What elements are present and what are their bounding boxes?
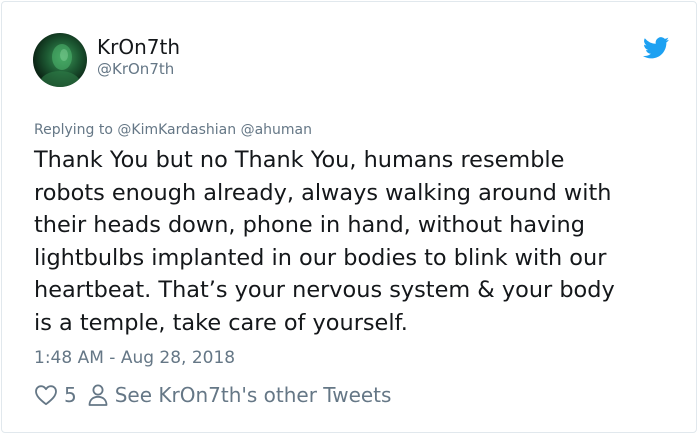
replying-prefix: Replying to (34, 122, 113, 138)
tweet-timestamp[interactable]: 1:48 AM - Aug 28, 2018 (34, 347, 235, 369)
person-icon[interactable] (87, 383, 109, 407)
tweet-text-line: their heads down, phone in hand, without… (34, 212, 585, 239)
tweet-card: KrOn7th @KrOn7th Replying to @KimKardash… (1, 1, 697, 433)
like-count: 5 (64, 383, 77, 407)
author-handle[interactable]: @KrOn7th (97, 60, 174, 78)
replying-to: Replying to @KimKardashian @ahuman (34, 122, 312, 139)
mention-link[interactable]: @KimKardashian (117, 122, 236, 138)
tweet-text-line: lightbulbs implanted in our bodies to bl… (34, 244, 607, 271)
heart-icon[interactable] (34, 384, 58, 406)
author-display-name[interactable]: KrOn7th (97, 35, 180, 59)
other-tweets-link[interactable]: See KrOn7th's other Tweets (115, 383, 392, 407)
avatar[interactable] (33, 33, 87, 87)
tweet-text-line: heartbeat. That’s your nervous system & … (34, 277, 615, 304)
mention-link[interactable]: @ahuman (241, 122, 312, 138)
tweet-text-line: robots enough already, always walking ar… (34, 179, 612, 206)
tweet-text: Thank You but no Thank You, humans resem… (34, 144, 684, 340)
avatar-image (40, 44, 80, 87)
twitter-bird-icon[interactable] (643, 37, 669, 59)
tweet-text-line: Thank You but no Thank You, humans resem… (34, 147, 565, 173)
tweet-actions: 5 See KrOn7th's other Tweets (34, 382, 391, 408)
tweet-text-line: is a temple, take care of yourself. (34, 309, 408, 336)
